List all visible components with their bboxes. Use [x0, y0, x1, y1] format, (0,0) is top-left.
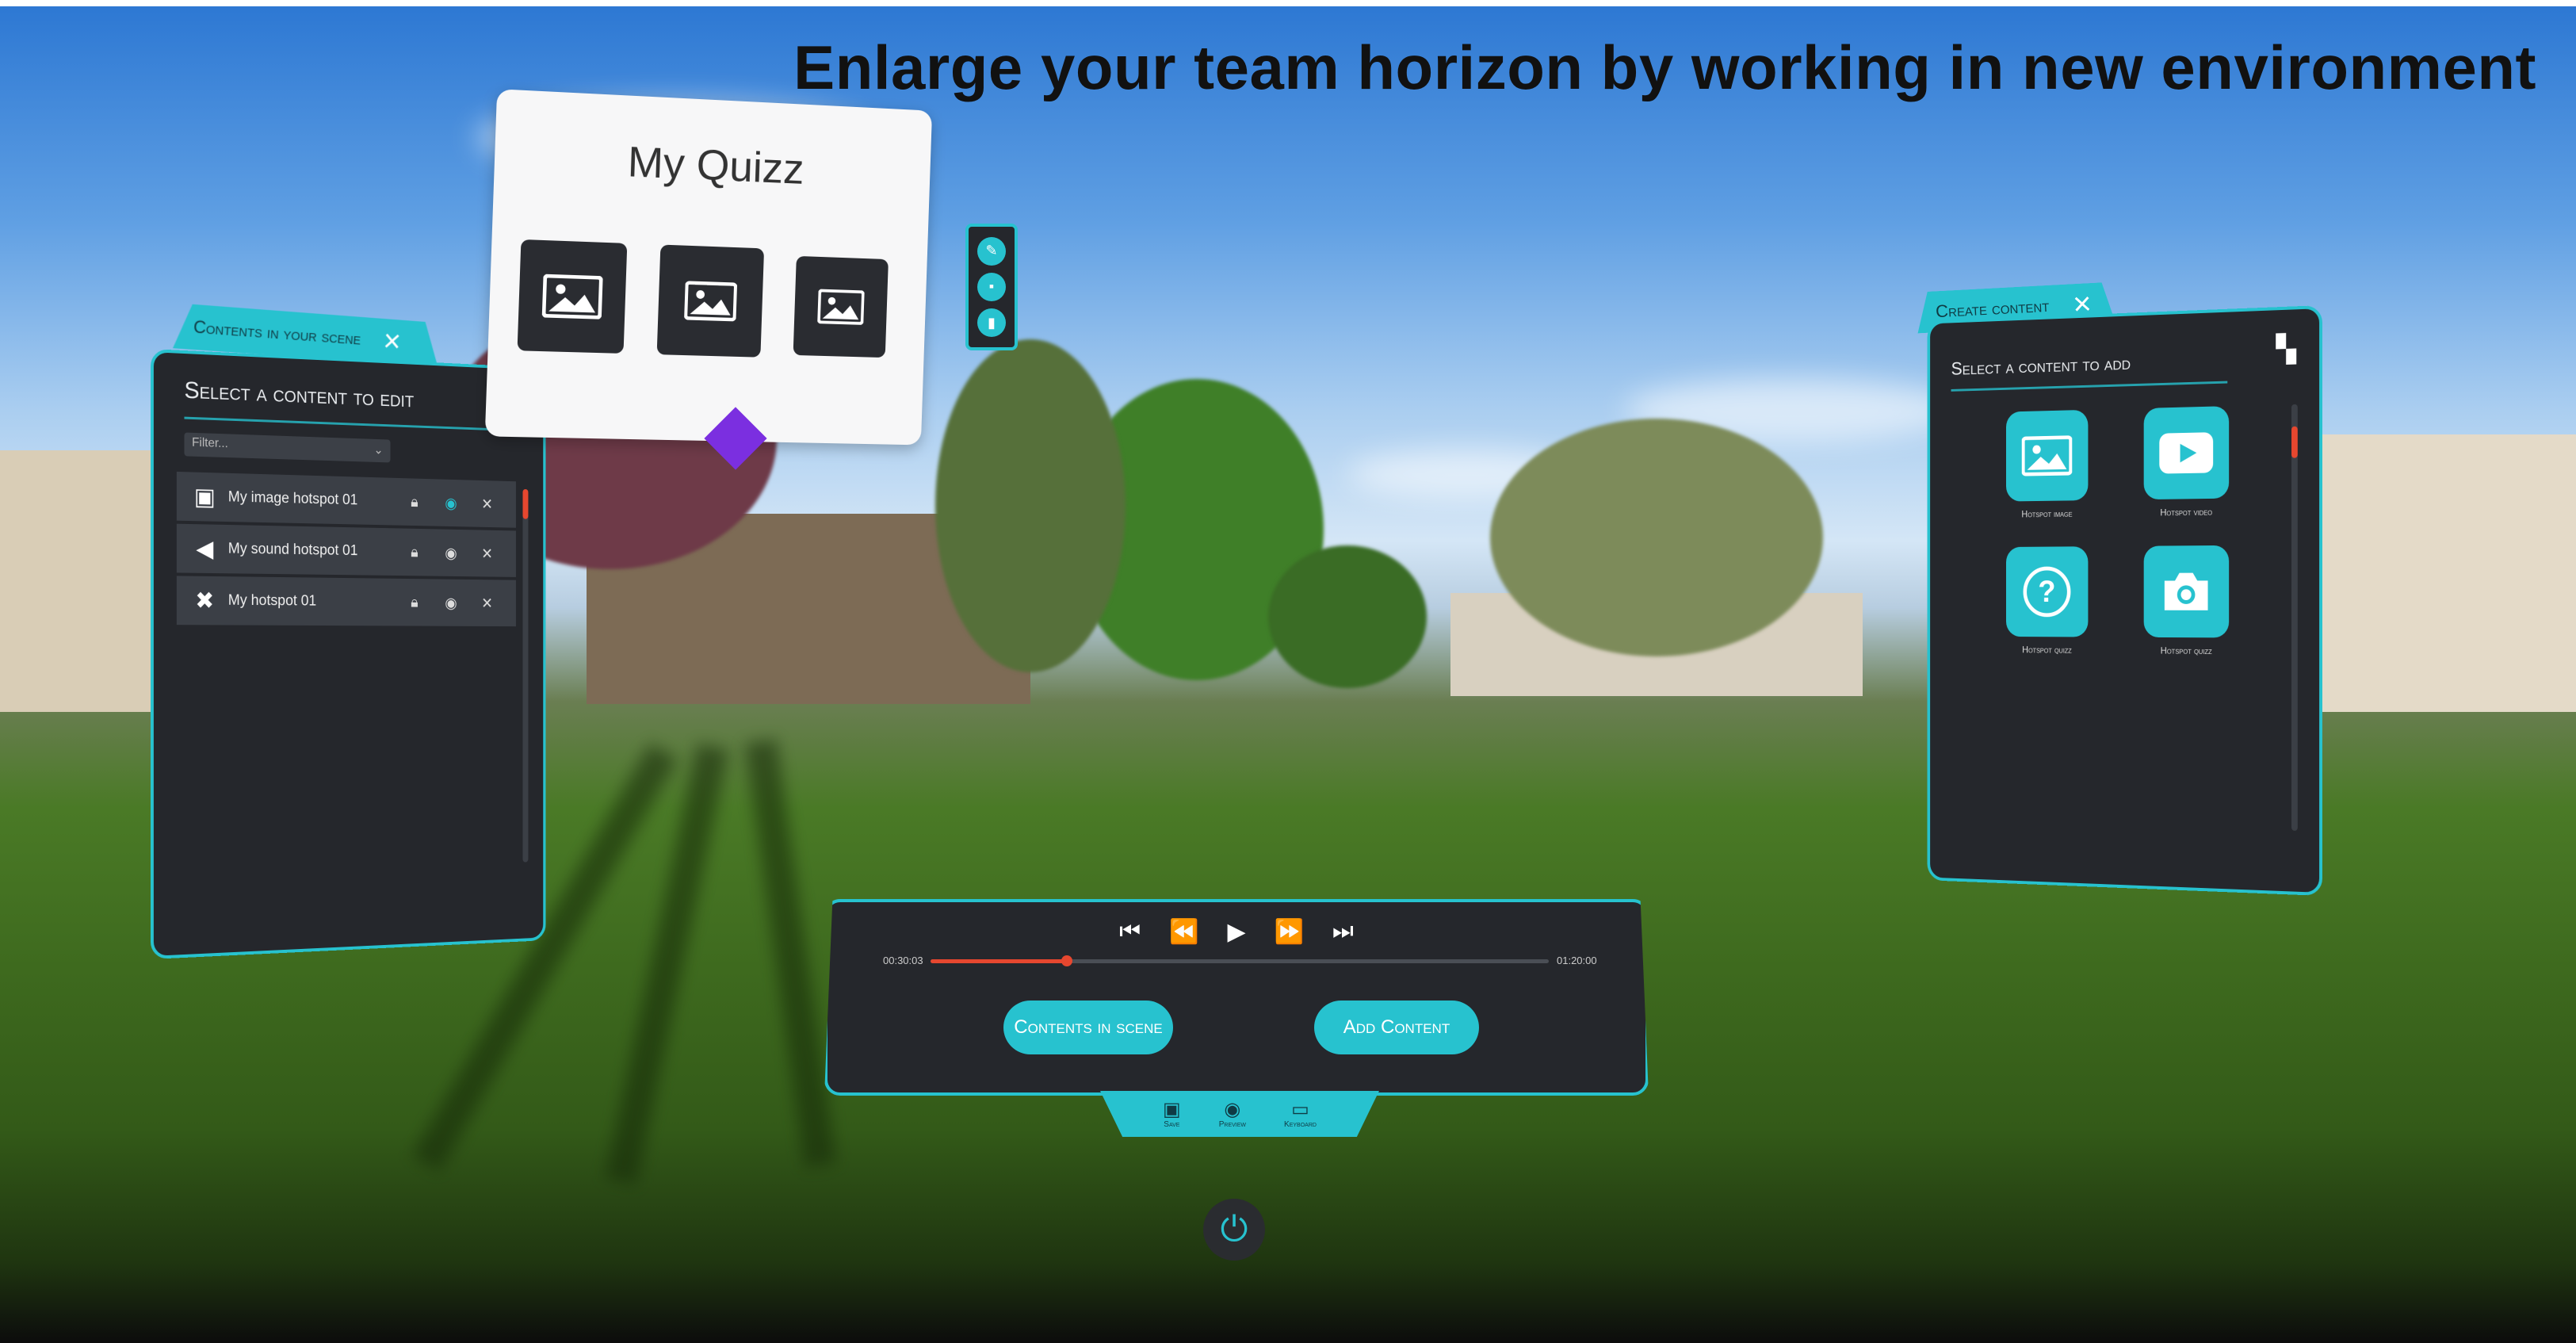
scrollbar-thumb[interactable]: [522, 488, 529, 519]
tile-label: Hotspot quizz: [2022, 644, 2072, 656]
list-item[interactable]: ✖ My hotspot 01 🔒︎ ◉ ✕: [176, 576, 516, 627]
power-icon: ⏻: [1220, 1210, 1248, 1249]
progress-knob[interactable]: [1061, 955, 1072, 966]
quiz-toolbar: ✎ ▪ ▮: [965, 224, 1018, 350]
tree: [935, 339, 1126, 672]
edit-icon[interactable]: ✎: [977, 236, 1006, 266]
content-list: ▣ My image hotspot 01 🔒︎ ◉ ✕ ◀ My sound …: [176, 471, 516, 629]
save-tab-label: Save: [1164, 1119, 1180, 1129]
quiz-card[interactable]: My Quizz: [484, 89, 933, 446]
close-icon[interactable]: ×: [382, 325, 402, 358]
left-panel-title: Select a content to edit: [184, 377, 415, 413]
eye-icon[interactable]: ◉: [433, 493, 469, 513]
lock-icon[interactable]: 🔒︎: [396, 594, 433, 611]
contents-panel: Select a content to edit Filter... ⌄ ▣ M…: [151, 349, 546, 959]
divider: [1951, 381, 2228, 392]
fast-forward-icon[interactable]: ⏩: [1275, 918, 1304, 946]
image-icon: [684, 281, 737, 322]
play-icon[interactable]: ▶: [1227, 918, 1245, 946]
save-icon[interactable]: ▪: [977, 272, 1006, 301]
video-icon: [2143, 406, 2230, 500]
add-hotspot-video[interactable]: Hotspot video: [2115, 405, 2257, 518]
list-item-label: My image hotspot 01: [227, 488, 358, 509]
preview-tab-label: Preview: [1218, 1119, 1247, 1129]
progress-fill: [931, 959, 1067, 963]
tile-label: Hotspot video: [2160, 506, 2213, 518]
tree: [1268, 545, 1427, 688]
skip-start-icon[interactable]: ⏮: [1119, 918, 1141, 946]
shadow: [745, 739, 836, 1168]
quiz-image-row: [517, 239, 889, 361]
keyboard-tab-label: Keyboard: [1284, 1119, 1317, 1129]
add-hotspot-camera[interactable]: Hotspot quizz: [2115, 545, 2257, 657]
eye-icon[interactable]: ◉: [433, 593, 469, 612]
lock-icon[interactable]: 🔒︎: [396, 543, 433, 561]
house-left: [0, 450, 151, 712]
keyboard-tab[interactable]: ▭ Keyboard: [1284, 1098, 1317, 1129]
contents-in-scene-button[interactable]: Contents in scene: [1003, 1001, 1173, 1054]
tile-label: Hotspot quizz: [2160, 645, 2212, 656]
quiz-image-option[interactable]: [793, 255, 889, 358]
image-icon: [817, 289, 865, 325]
skip-end-icon[interactable]: ⏭: [1332, 918, 1354, 946]
sound-icon: ◀: [196, 535, 214, 562]
divider: [184, 416, 489, 430]
grid-view-icon[interactable]: ▚: [2276, 333, 2296, 365]
current-time: 00:30:03: [883, 955, 923, 966]
quiz-icon: ?: [2005, 546, 2089, 637]
keyboard-icon: ▭: [1291, 1098, 1309, 1120]
chevron-down-icon: ⌄: [373, 443, 384, 457]
progress-bar[interactable]: [931, 955, 1549, 966]
quiz-title: My Quizz: [626, 137, 805, 193]
lock-icon[interactable]: 🔒︎: [396, 493, 433, 511]
total-time: 01:20:00: [1557, 955, 1597, 966]
tree: [1490, 419, 1823, 656]
quiz-image-option[interactable]: [517, 239, 628, 354]
filter-dropdown[interactable]: Filter... ⌄: [184, 432, 391, 463]
scrollbar[interactable]: [522, 488, 529, 863]
list-item[interactable]: ◀ My sound hotspot 01 🔒︎ ◉ ✕: [176, 523, 516, 577]
preview-tab[interactable]: ◉ Preview: [1218, 1098, 1247, 1129]
preview-icon: ◉: [1224, 1098, 1241, 1120]
left-panel-tab-label: Contents in your scene: [193, 316, 362, 349]
list-item[interactable]: ▣ My image hotspot 01 🔒︎ ◉ ✕: [176, 471, 516, 528]
save-icon: ▣: [1163, 1098, 1181, 1120]
image-icon: [2005, 409, 2089, 502]
headline: Enlarge your team horizon by working in …: [793, 33, 2536, 102]
scrollbar-thumb[interactable]: [2291, 426, 2298, 458]
content-type-grid: Hotspot image Hotspot video ? Hotspot qu…: [1979, 405, 2258, 656]
create-content-panel: Select a content to add ▚ Hotspot image …: [1927, 305, 2322, 896]
hotspot-icon: ✖: [195, 587, 215, 614]
add-hotspot-image[interactable]: Hotspot image: [1979, 409, 2115, 520]
eye-icon[interactable]: ◉: [433, 543, 469, 563]
close-icon[interactable]: ✕: [469, 594, 505, 613]
house-far-right: [2322, 434, 2576, 712]
rewind-icon[interactable]: ⏪: [1169, 918, 1198, 946]
tile-label: Hotspot image: [2021, 508, 2073, 520]
playback-controls: ⏮ ⏪ ▶ ⏩ ⏭: [827, 918, 1645, 946]
bottom-toolbar: ▣ Save ◉ Preview ▭ Keyboard: [1100, 1091, 1379, 1137]
media-player: ⏮ ⏪ ▶ ⏩ ⏭ 00:30:03 01:20:00 Contents in …: [824, 899, 1649, 1096]
close-icon[interactable]: ✕: [469, 494, 505, 514]
right-panel-title: Select a content to add: [1951, 353, 2131, 380]
quiz-image-option[interactable]: [656, 244, 765, 358]
delete-icon[interactable]: ▮: [977, 308, 1006, 338]
image-icon: ▣: [193, 483, 216, 511]
add-hotspot-quiz[interactable]: ? Hotspot quizz: [1979, 546, 2115, 656]
close-icon[interactable]: ✕: [469, 544, 505, 563]
add-content-button[interactable]: Add Content: [1314, 1001, 1479, 1054]
list-item-label: My sound hotspot 01: [227, 540, 358, 560]
image-icon: [542, 274, 603, 319]
save-tab[interactable]: ▣ Save: [1163, 1098, 1181, 1129]
list-item-label: My hotspot 01: [227, 591, 317, 610]
camera-icon: [2143, 545, 2230, 638]
filter-placeholder: Filter...: [192, 435, 228, 451]
scrollbar[interactable]: [2291, 404, 2298, 832]
power-button[interactable]: ⏻: [1203, 1199, 1265, 1261]
